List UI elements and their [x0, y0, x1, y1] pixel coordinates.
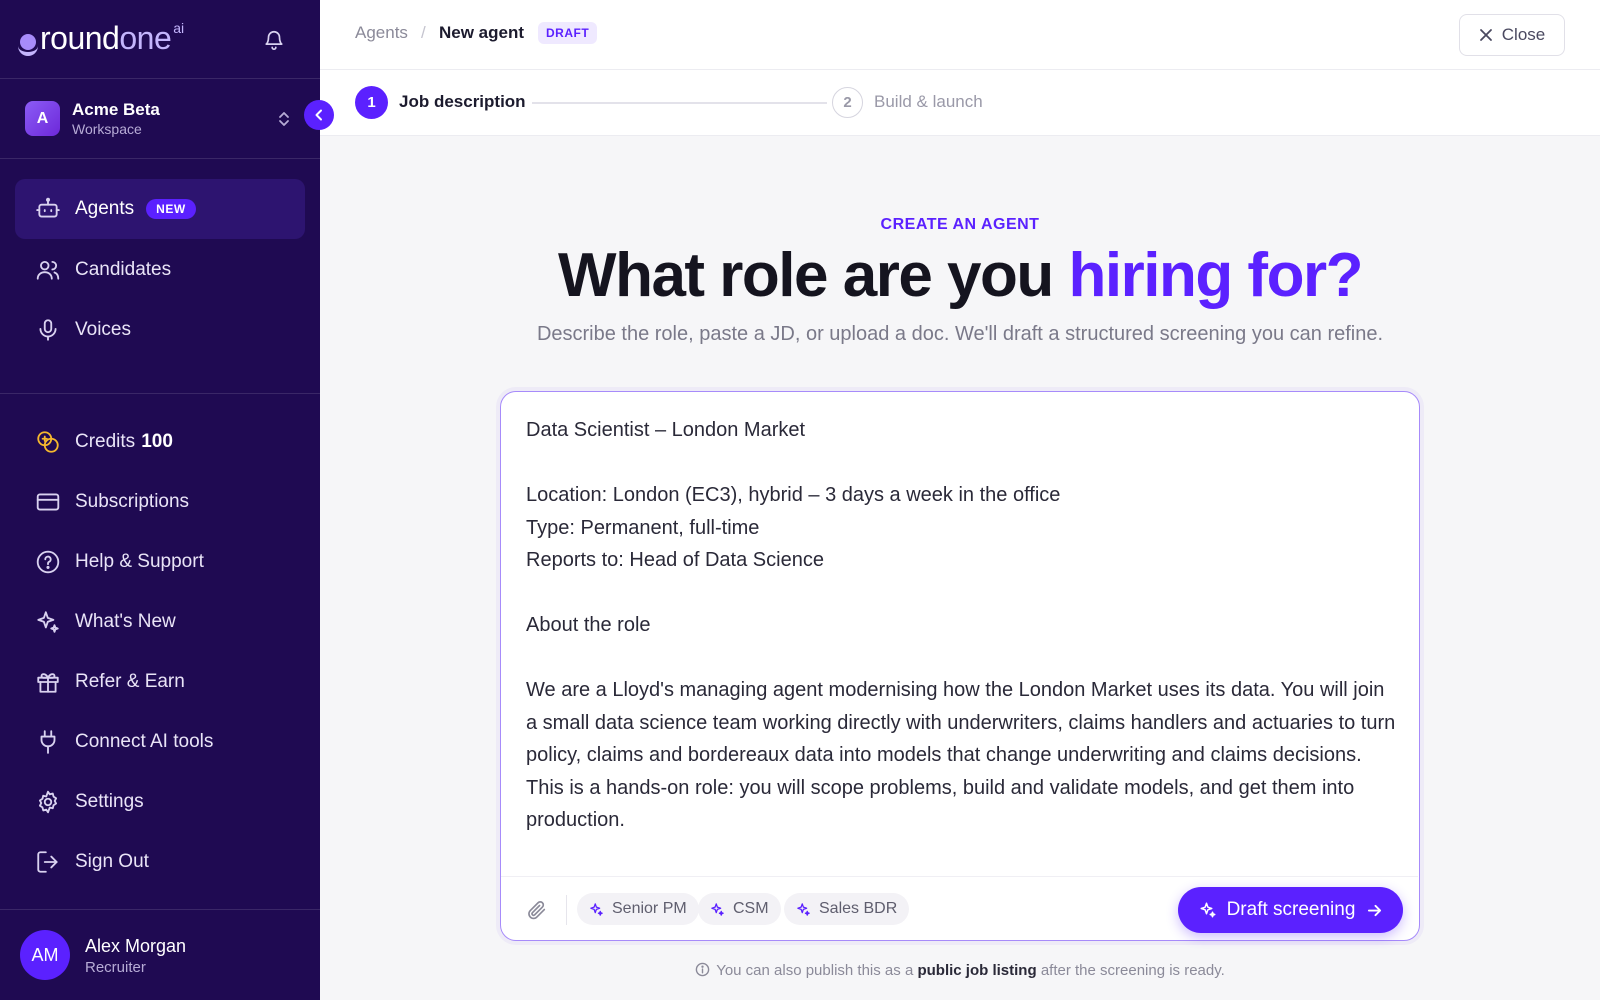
sidebar-item-label: Sign Out [75, 851, 149, 872]
sidebar-item-voices[interactable]: Voices [15, 300, 305, 360]
sidebar-item-credits[interactable]: Credits 100 [15, 412, 305, 472]
sidebar-item-label: Settings [75, 791, 144, 812]
avatar: AM [20, 930, 70, 980]
breadcrumb-separator: / [421, 23, 426, 42]
sparkles-icon [1200, 902, 1216, 918]
close-label: Close [1501, 25, 1546, 44]
headline-accent: hiring for? [1068, 241, 1364, 310]
sidebar-item-label: Voices [75, 319, 131, 340]
plug-icon [40, 730, 56, 754]
sidebar-item-candidates[interactable]: Candidates [15, 240, 305, 300]
top-bar: Agents / New agent DRAFT Close [320, 0, 1600, 70]
sidebar-item-connect-ai-tools[interactable]: Connect AI tools [15, 712, 305, 772]
job-description-editor: Data Scientist – London Market Location:… [500, 391, 1420, 941]
page-subtitle: Describe the role, paste a JD, or upload… [536, 323, 1384, 345]
sidebar-item-whats-new[interactable]: What's New [15, 592, 305, 652]
step-2-label[interactable]: Build & launch [874, 92, 983, 112]
gear-icon [38, 790, 58, 814]
draft-screening-button[interactable]: Draft screening [1178, 887, 1403, 933]
users-icon [36, 260, 60, 280]
paperclip-icon[interactable] [526, 899, 548, 921]
workspace-avatar: A [25, 101, 60, 136]
sidebar-header: round one ai [0, 0, 320, 79]
toolbar-divider [566, 895, 567, 925]
microphone-icon [39, 319, 57, 341]
editor-toolbar: Senior PM CSM Sales BDR Draft screening [501, 876, 1418, 940]
sidebar: round one ai A Acme Beta Workspace Agent… [0, 0, 320, 1000]
credits-label: Credits [75, 431, 136, 452]
sidebar-item-label: What's New [75, 611, 176, 632]
chevron-up-down-icon [279, 112, 289, 126]
step-1-label[interactable]: Job description [399, 92, 526, 112]
step-1-number: 1 [355, 86, 388, 119]
user-role: Recruiter [85, 959, 146, 976]
chevron-left-icon [315, 109, 322, 121]
sparkles-icon [797, 902, 810, 916]
robot-icon [36, 197, 60, 218]
workspace-name: Acme Beta [72, 100, 160, 119]
sparkles-icon [590, 902, 603, 916]
logo-text-ai: ai [173, 20, 185, 36]
workspace-switcher[interactable]: A Acme Beta Workspace [0, 79, 320, 159]
credits-value: 100 [141, 431, 173, 452]
close-button[interactable]: Close [1459, 14, 1565, 56]
logo-text-round: round [40, 20, 120, 56]
sidebar-item-label: Connect AI tools [75, 731, 214, 752]
sidebar-item-settings[interactable]: Settings [15, 772, 305, 832]
footnote-before: You can also publish this as a [716, 962, 914, 979]
sidebar-item-refer-earn[interactable]: Refer & Earn [15, 652, 305, 712]
credit-card-icon [36, 493, 60, 511]
template-chip-senior-pm[interactable]: Senior PM [577, 893, 699, 925]
sidebar-divider [0, 393, 320, 394]
coins-icon [37, 431, 59, 453]
workspace-type: Workspace [72, 121, 142, 137]
template-chip-sales-bdr[interactable]: Sales BDR [784, 893, 910, 925]
sign-out-icon [37, 851, 58, 873]
gift-icon [37, 673, 59, 693]
bell-icon[interactable] [263, 29, 285, 51]
new-badge: NEW [146, 199, 196, 219]
user-name: Alex Morgan [85, 936, 187, 956]
template-chip-label: Sales BDR [819, 900, 898, 917]
template-chip-label: CSM [733, 900, 769, 917]
sparkles-icon [711, 902, 724, 916]
job-description-input[interactable]: Data Scientist – London Market Location:… [526, 414, 1396, 874]
breadcrumb-current: New agent [439, 23, 525, 42]
sidebar-item-agents[interactable]: Agents NEW [15, 179, 305, 239]
footnote: You can also publish this as a public jo… [320, 962, 1600, 979]
info-icon [695, 962, 710, 977]
breadcrumb-agents[interactable]: Agents [355, 23, 408, 43]
sparkles-icon [37, 611, 59, 633]
step-2-number: 2 [832, 87, 863, 118]
brand-logo[interactable]: round one ai [18, 18, 185, 58]
stepper: 1 Job description 2 Build & launch [320, 70, 1600, 136]
close-icon [1479, 29, 1492, 41]
footnote-after: after the screening is ready. [1040, 962, 1225, 979]
help-circle-icon [36, 550, 60, 574]
logo-text-one: one [119, 20, 172, 56]
sidebar-item-label: Subscriptions [75, 491, 190, 512]
sidebar-item-label: Agents [75, 198, 135, 219]
headline-plain: What role are you [558, 241, 1069, 310]
sidebar-item-label: Refer & Earn [75, 671, 185, 692]
collapse-sidebar-button[interactable] [304, 100, 334, 130]
eyebrow: CREATE AN AGENT [880, 216, 1040, 233]
page-title: What role are you hiring for? [320, 240, 1600, 311]
sidebar-item-label: Candidates [75, 259, 172, 280]
arrow-right-icon [1368, 904, 1382, 916]
footnote-public-listing[interactable]: public job listing [917, 962, 1036, 979]
template-chip-label: Senior PM [612, 900, 687, 917]
user-profile[interactable]: AM Alex Morgan Recruiter [0, 910, 320, 1000]
sidebar-item-subscriptions[interactable]: Subscriptions [15, 472, 305, 532]
template-chip-csm[interactable]: CSM [698, 893, 781, 925]
step-connector [532, 102, 827, 104]
sidebar-item-help-support[interactable]: Help & Support [15, 532, 305, 592]
logo-mark [18, 34, 38, 56]
sidebar-item-label: Help & Support [75, 551, 204, 572]
sidebar-item-sign-out[interactable]: Sign Out [15, 832, 305, 892]
status-badge: DRAFT [538, 22, 598, 44]
draft-screening-label: Draft screening [1226, 899, 1356, 920]
